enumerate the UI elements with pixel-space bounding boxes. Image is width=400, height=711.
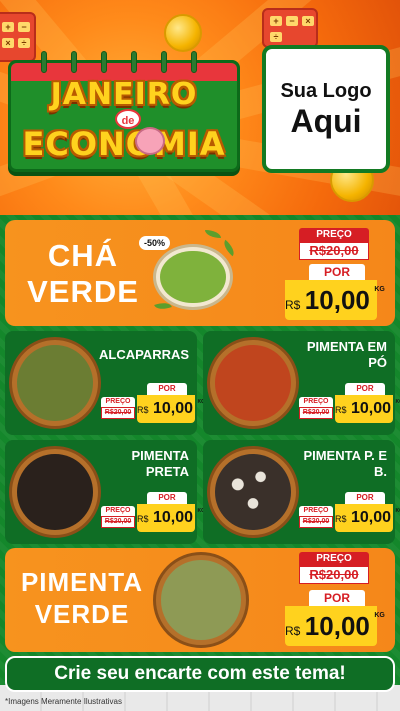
logo-text-line2: Aqui bbox=[290, 102, 362, 139]
calculator-icon: + − × ÷ bbox=[262, 8, 318, 48]
leaf-icon bbox=[205, 230, 221, 238]
product-image-pimenta-preta bbox=[9, 446, 101, 538]
disclaimer-note: *Imagens Meramente Ilustrativas bbox=[5, 697, 122, 706]
por-label: POR bbox=[147, 492, 187, 504]
product-name: ALCAPARRAS bbox=[99, 347, 190, 362]
title-janeiro: JANEIRO bbox=[50, 77, 198, 112]
preco-old-value: R$20,00 bbox=[299, 242, 369, 260]
product-image-pimenta-verde bbox=[153, 552, 249, 648]
product-name: PIMENTA P. E B. bbox=[303, 448, 387, 479]
product-name: PIMENTA PRETA bbox=[131, 448, 189, 479]
currency: R$ bbox=[137, 514, 149, 524]
featured-card-pimenta-verde: PIMENTA VERDE PREÇO R$20,00 POR R$ 10,00… bbox=[5, 548, 395, 652]
preco-old-value: R$20,00 bbox=[299, 566, 369, 584]
leaf-icon bbox=[220, 239, 238, 257]
preco-label: PREÇO bbox=[299, 228, 369, 242]
preco-old-value: R$20,00 bbox=[299, 516, 333, 528]
price-value: 10,00 bbox=[304, 611, 370, 641]
currency: R$ bbox=[285, 298, 301, 312]
preco-old-value: R$20,00 bbox=[101, 407, 135, 419]
price-value: 10,00 bbox=[152, 400, 194, 417]
por-label: POR bbox=[309, 264, 365, 280]
price-value: 10,00 bbox=[152, 509, 194, 526]
product-card-pimenta-p-e-b: PIMENTA P. E B. PREÇO R$20,00 POR R$ 10,… bbox=[203, 440, 400, 544]
preco-old-value: R$20,00 bbox=[101, 516, 135, 528]
logo-placeholder: Sua Logo Aqui bbox=[262, 45, 390, 173]
preco-old-value: R$20,00 bbox=[299, 407, 333, 419]
product-card-pimenta-preta: PIMENTA PRETA PREÇO R$20,00 POR R$ 10,00… bbox=[5, 440, 205, 544]
product-image-pimenta-p-e-b bbox=[207, 446, 299, 538]
preco-label: PREÇO bbox=[299, 552, 369, 566]
unit: KG bbox=[395, 399, 400, 405]
product-card-pimenta-em-po: PIMENTA EM PÓ PREÇO R$20,00 POR R$ 10,00… bbox=[203, 331, 400, 435]
product-image-cha-verde bbox=[153, 244, 233, 310]
por-price: R$ 10,00 KG bbox=[335, 504, 400, 532]
preco-label: PREÇO bbox=[101, 506, 135, 516]
por-price: R$ 10,00 KG bbox=[285, 280, 385, 320]
calendar-title-board: JANEIRO de ECONOMIA bbox=[8, 51, 240, 172]
cta-banner[interactable]: Crie seu encarte com este tema! bbox=[5, 656, 395, 692]
product-name: PIMENTA EM PÓ bbox=[306, 339, 387, 370]
preco-label: PREÇO bbox=[101, 397, 135, 407]
currency: R$ bbox=[335, 405, 347, 415]
currency: R$ bbox=[285, 624, 301, 638]
por-price: R$ 10,00 KG bbox=[335, 395, 400, 423]
unit: KG bbox=[395, 508, 400, 514]
por-label: POR bbox=[309, 590, 365, 606]
product-name: PIMENTA VERDE bbox=[20, 567, 144, 629]
por-price: R$ 10,00 KG bbox=[285, 606, 385, 646]
product-image-pimenta-em-po bbox=[207, 337, 299, 429]
title-economia: ECONOMIA bbox=[22, 125, 226, 163]
calculator-icon: + − × ÷ bbox=[0, 12, 36, 62]
por-price: R$ 10,00 KG bbox=[137, 395, 205, 423]
unit: KG bbox=[374, 612, 385, 619]
featured-card-cha-verde: CHÁ VERDE -50% PREÇO R$20,00 POR R$ 10,0… bbox=[5, 220, 395, 326]
preco-label: PREÇO bbox=[299, 397, 333, 407]
product-name: CHÁ VERDE bbox=[27, 238, 139, 309]
price-value: 10,00 bbox=[304, 285, 370, 315]
price-value: 10,00 bbox=[350, 400, 392, 417]
product-card-alcaparras: ALCAPARRAS PREÇO R$20,00 POR R$ 10,00 KG bbox=[5, 331, 205, 435]
currency: R$ bbox=[137, 405, 149, 415]
unit: KG bbox=[374, 286, 385, 293]
coin-icon bbox=[164, 14, 202, 52]
piggy-bank-icon bbox=[135, 127, 165, 155]
logo-text-line1: Sua Logo bbox=[280, 79, 372, 102]
price-value: 10,00 bbox=[350, 509, 392, 526]
preco-label: PREÇO bbox=[299, 506, 333, 516]
discount-badge: -50% bbox=[139, 236, 171, 250]
product-image-alcaparras bbox=[9, 337, 101, 429]
por-label: POR bbox=[345, 383, 385, 395]
header-banner: + − × ÷ + − × ÷ JANEIRO de ECONOMIA Sua Logo A… bbox=[0, 0, 400, 215]
por-price: R$ 10,00 KG bbox=[137, 504, 205, 532]
por-label: POR bbox=[345, 492, 385, 504]
currency: R$ bbox=[335, 514, 347, 524]
por-label: POR bbox=[147, 383, 187, 395]
